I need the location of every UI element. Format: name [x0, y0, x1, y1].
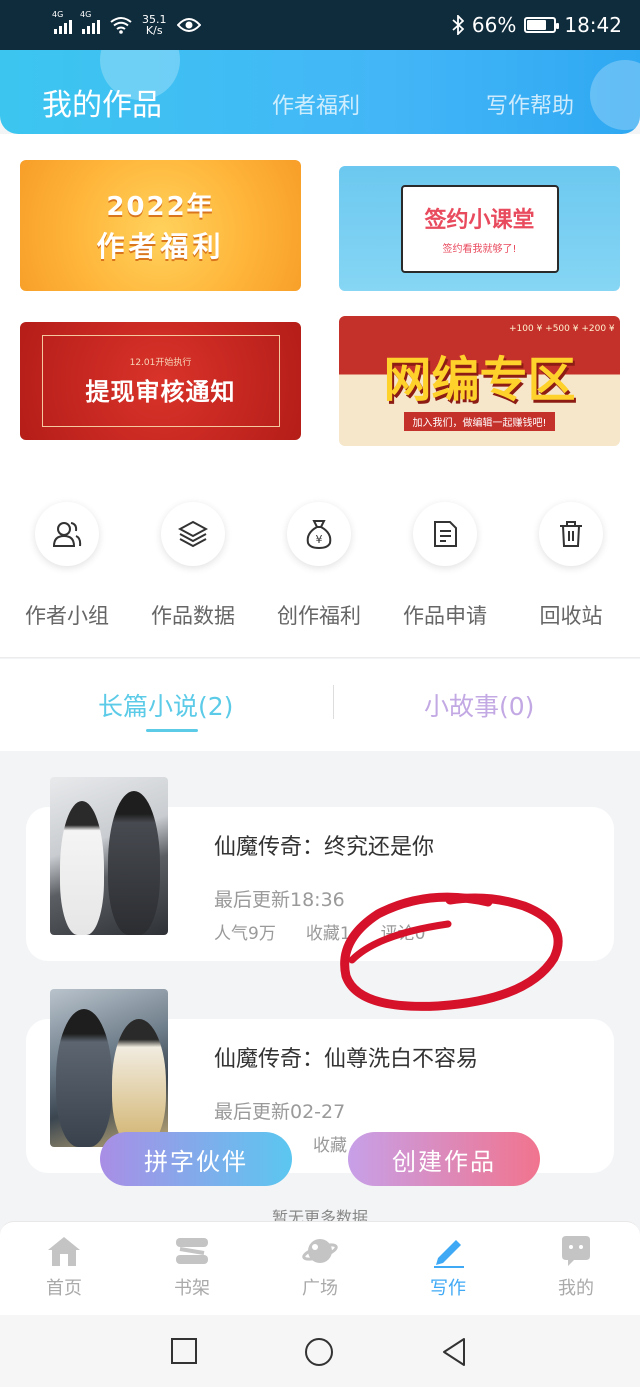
banner-text: 作者福利: [96, 230, 225, 263]
banner-grid: 2022年 作者福利 签约小课堂 签约看我就够了! 12.01开始执行 提现审核…: [0, 134, 640, 464]
network-speed: 35.1 K/s: [142, 13, 167, 37]
work-cover[interactable]: [50, 777, 168, 935]
banner-author-benefits-2022[interactable]: 2022年 作者福利: [20, 160, 301, 291]
action-creation-benefits[interactable]: ¥ 创作福利: [256, 502, 382, 630]
signal-icon: 4G: [52, 10, 72, 34]
recent-apps-button[interactable]: [170, 1337, 198, 1365]
nav-plaza[interactable]: 广场: [256, 1234, 384, 1300]
cover-figure: [112, 1019, 166, 1147]
people-icon: [35, 502, 99, 566]
nav-label: 首页: [46, 1278, 82, 1299]
bluetooth-icon: [452, 15, 464, 35]
action-label: 回收站: [539, 604, 603, 628]
layers-icon: [161, 502, 225, 566]
pen-icon: [434, 1240, 464, 1268]
banner-text: 2022年: [106, 192, 215, 222]
battery-icon: [524, 17, 560, 33]
work-title: 仙魔传奇：仙尊洗白不容易: [214, 1047, 479, 1072]
action-recycle-bin[interactable]: 回收站: [508, 502, 634, 630]
clock: 18:42: [564, 13, 622, 37]
nav-write[interactable]: 写作: [384, 1234, 512, 1300]
money-bag-icon: ¥: [287, 502, 351, 566]
document-icon: [413, 502, 477, 566]
tab-short-story[interactable]: 小故事(0): [424, 687, 534, 723]
signal-icon-2: 4G: [80, 10, 100, 34]
nav-home[interactable]: 首页: [0, 1234, 128, 1300]
action-author-group[interactable]: 作者小组: [4, 502, 130, 630]
banner-text: 加入我们，做编辑一起赚钱吧!: [404, 411, 555, 431]
system-nav-bar: [0, 1315, 640, 1387]
wifi-icon: [110, 17, 132, 34]
svg-text:¥: ¥: [316, 533, 323, 546]
nav-label: 我的: [558, 1278, 594, 1299]
banner-text: +100 ¥ +500 ¥ +200 ¥: [509, 324, 615, 334]
home-button[interactable]: [304, 1337, 334, 1367]
banner-withdrawal-notice[interactable]: 12.01开始执行 提现审核通知: [20, 322, 301, 440]
status-bar: 4G 4G 35.1 K/s 66% 18:42: [0, 0, 640, 50]
work-favorites: 收藏: [313, 1136, 347, 1156]
banner-card: 签约小课堂 签约看我就够了!: [400, 184, 559, 273]
banner-text: 签约小课堂: [424, 208, 535, 233]
works-list: 仙魔传奇：终究还是你 最后更新18:36 人气9万 收藏1 评论0 仙魔传奇：仙…: [0, 751, 640, 1221]
work-title: 仙魔传奇：终究还是你: [214, 835, 435, 860]
tab-divider: [333, 685, 334, 719]
trash-icon: [539, 502, 603, 566]
banner-text: 签约看我就够了!: [442, 244, 517, 255]
action-label: 作者小组: [25, 604, 109, 628]
battery-level: [527, 20, 546, 30]
tab-writing-help[interactable]: 写作帮助: [486, 88, 574, 120]
tab-author-benefits[interactable]: 作者福利: [272, 88, 360, 120]
action-label: 作品申请: [403, 604, 487, 628]
planet-icon: [302, 1239, 338, 1263]
work-updated: 最后更新02-27: [214, 1101, 346, 1123]
back-button[interactable]: [440, 1337, 468, 1367]
battery-percent: 66%: [471, 13, 517, 37]
cover-figure: [56, 1009, 112, 1147]
banner-frame: 12.01开始执行 提现审核通知: [41, 335, 280, 427]
banner-signing-class[interactable]: 签约小课堂 签约看我就够了!: [339, 166, 620, 291]
tab-indicator: [146, 729, 198, 732]
cover-figure: [60, 801, 104, 935]
nav-label: 写作: [430, 1278, 466, 1299]
banner-text: 网编专区: [383, 351, 576, 408]
bottom-nav: 首页 书架 广场 写作 我的: [0, 1221, 640, 1315]
banner-editor-zone[interactable]: +100 ¥ +500 ¥ +200 ¥ 网编专区 加入我们，做编辑一起赚钱吧!: [339, 316, 620, 446]
nav-label: 广场: [302, 1278, 338, 1299]
bookshelf-icon: [176, 1238, 208, 1264]
nav-bookshelf[interactable]: 书架: [128, 1234, 256, 1300]
work-popularity: 人气9万: [214, 924, 276, 944]
top-tab-bar: 我的作品 作者福利 写作帮助: [0, 50, 640, 134]
typing-partner-button[interactable]: 拼字伙伴: [100, 1132, 292, 1186]
tab-long-novel[interactable]: 长篇小说(2): [98, 687, 233, 723]
work-comments: 评论0: [380, 924, 426, 944]
work-favorites: 收藏1: [305, 924, 351, 944]
quick-actions: 作者小组 作品数据 ¥ 创作福利 作品申请 回收站: [0, 464, 640, 658]
banner-text: 12.01开始执行: [129, 358, 192, 368]
action-label: 创作福利: [277, 604, 361, 628]
nav-label: 书架: [174, 1278, 210, 1299]
banner-text: 提现审核通知: [85, 378, 236, 406]
works-type-tabs: 长篇小说(2) 小故事(0): [0, 659, 640, 751]
decorative-bubble: [590, 60, 640, 130]
work-updated: 最后更新18:36: [214, 889, 345, 911]
home-icon: [48, 1237, 80, 1266]
action-label: 作品数据: [151, 604, 235, 628]
work-cover[interactable]: [50, 989, 168, 1147]
work-stats: 人气9万 收藏1 评论0: [214, 919, 425, 944]
chat-face-icon: [562, 1236, 590, 1266]
nav-mine[interactable]: 我的: [512, 1234, 640, 1300]
cover-figure: [108, 791, 160, 935]
create-work-button[interactable]: 创建作品: [348, 1132, 540, 1186]
action-work-application[interactable]: 作品申请: [382, 502, 508, 630]
eye-icon: [176, 18, 201, 32]
action-work-data[interactable]: 作品数据: [130, 502, 256, 630]
tab-my-works[interactable]: 我的作品: [42, 80, 162, 124]
